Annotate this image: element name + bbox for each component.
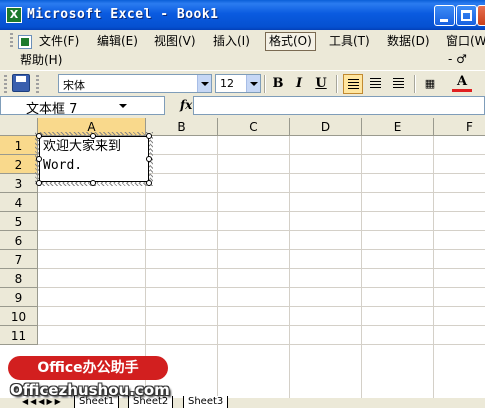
grid-line	[38, 287, 485, 288]
sheet-tab-3[interactable]: Sheet3	[183, 396, 229, 408]
resize-handle-top[interactable]	[90, 133, 96, 139]
row-header-4[interactable]: 4	[0, 193, 38, 212]
resize-handle-top-right[interactable]	[146, 133, 152, 139]
insert-function-icon[interactable]: fx	[180, 98, 192, 112]
name-box-value: 文本框 7	[26, 102, 78, 117]
save-icon[interactable]	[12, 74, 30, 92]
underline-button[interactable]: U	[311, 74, 331, 94]
menu-format[interactable]: 格式(O)	[265, 32, 316, 51]
select-all-corner[interactable]	[0, 118, 38, 136]
align-left-button[interactable]	[343, 74, 363, 94]
grid-line	[433, 136, 434, 398]
formatting-toolbar: 宋体 12 B I U ▦ A	[0, 70, 485, 96]
grid-line	[38, 306, 485, 307]
bold-button[interactable]: B	[268, 74, 288, 94]
grid-line	[38, 211, 485, 212]
align-right-icon	[393, 78, 404, 89]
sheet-tab-bar	[0, 398, 485, 405]
column-header-f[interactable]: F	[434, 118, 485, 136]
resize-handle-bottom-right[interactable]	[146, 180, 152, 186]
resize-handle-left[interactable]	[36, 156, 42, 162]
toolbar-separator	[264, 75, 266, 93]
borders-button[interactable]: ▦	[420, 74, 440, 94]
grid-line	[38, 268, 485, 269]
row-header-10[interactable]: 10	[0, 307, 38, 326]
window-title: Microsoft Excel - Book1	[27, 7, 219, 22]
text-box-line-1: 欢迎大家来到	[43, 139, 122, 154]
grid-line	[38, 344, 485, 345]
grid-line	[38, 192, 485, 193]
align-right-button[interactable]	[389, 74, 409, 94]
grid-line	[289, 136, 290, 398]
column-header-b[interactable]: B	[146, 118, 218, 136]
workbook-icon[interactable]	[18, 35, 32, 49]
align-center-icon	[370, 78, 381, 89]
row-header-8[interactable]: 8	[0, 269, 38, 288]
formula-bar: 文本框 7 fx	[0, 96, 485, 117]
font-size-select[interactable]: 12	[215, 74, 261, 93]
toolbar-separator	[336, 75, 338, 93]
grid-line	[38, 230, 485, 231]
grid-line	[38, 325, 485, 326]
title-bar: X Microsoft Excel - Book1	[0, 0, 485, 30]
maximize-button[interactable]	[456, 5, 477, 26]
row-header-9[interactable]: 9	[0, 288, 38, 307]
align-center-button[interactable]	[366, 74, 386, 94]
font-name-select[interactable]: 宋体	[58, 74, 212, 93]
excel-app-icon[interactable]: X	[6, 7, 22, 23]
row-header-7[interactable]: 7	[0, 250, 38, 269]
column-header-c[interactable]: C	[218, 118, 290, 136]
align-left-icon	[348, 79, 359, 90]
row-header-1[interactable]: 1	[0, 136, 38, 155]
name-box[interactable]: 文本框 7	[0, 96, 165, 117]
row-header-11[interactable]: 11	[0, 326, 38, 345]
menu-grip[interactable]	[10, 33, 13, 49]
grid-line	[38, 249, 485, 250]
resize-handle-bottom-left[interactable]	[36, 180, 42, 186]
menu-bar: 文件(F) 编辑(E) 视图(V) 插入(I) 格式(O) 工具(T) 数据(D…	[0, 30, 485, 70]
resize-handle-right[interactable]	[146, 156, 152, 162]
formula-input[interactable]	[193, 96, 485, 115]
menu-file[interactable]: 文件(F)	[36, 32, 82, 51]
toolbar-grip-2[interactable]	[36, 75, 39, 93]
close-button[interactable]	[477, 5, 485, 26]
chevron-down-icon[interactable]	[246, 75, 260, 92]
grid-line	[361, 136, 362, 398]
chevron-down-icon[interactable]	[119, 104, 127, 108]
text-box-content[interactable]: 欢迎大家来到 Word.	[43, 137, 147, 175]
grid-line	[217, 136, 218, 398]
menu-window[interactable]: 窗口(W)	[443, 32, 485, 51]
watermark-url: Officezhushou.com	[10, 381, 170, 399]
row-header-3[interactable]: 3	[0, 174, 38, 193]
toolbar-grip[interactable]	[4, 75, 7, 93]
font-name-value: 宋体	[63, 79, 85, 92]
font-color-button[interactable]: A	[452, 74, 472, 92]
document-window-controls[interactable]: - ♂	[448, 52, 467, 66]
column-header-d[interactable]: D	[290, 118, 362, 136]
column-header-e[interactable]: E	[362, 118, 434, 136]
menu-tools[interactable]: 工具(T)	[326, 32, 373, 51]
row-header-6[interactable]: 6	[0, 231, 38, 250]
text-box-line-2: Word.	[43, 158, 83, 173]
menu-help[interactable]: 帮助(H)	[17, 51, 65, 70]
row-header-5[interactable]: 5	[0, 212, 38, 231]
menu-view[interactable]: 视图(V)	[151, 32, 199, 51]
resize-handle-top-left[interactable]	[36, 133, 42, 139]
resize-handle-bottom[interactable]	[90, 180, 96, 186]
minimize-button[interactable]	[434, 5, 455, 26]
font-size-value: 12	[220, 77, 234, 90]
chevron-down-icon[interactable]	[197, 75, 211, 92]
toolbar-separator	[414, 75, 416, 93]
watermark-badge: Office办公助手	[8, 356, 168, 380]
italic-button[interactable]: I	[289, 74, 309, 94]
menu-data[interactable]: 数据(D)	[384, 32, 433, 51]
menu-insert[interactable]: 插入(I)	[210, 32, 253, 51]
menu-edit[interactable]: 编辑(E)	[94, 32, 141, 51]
row-header-2[interactable]: 2	[0, 155, 38, 174]
